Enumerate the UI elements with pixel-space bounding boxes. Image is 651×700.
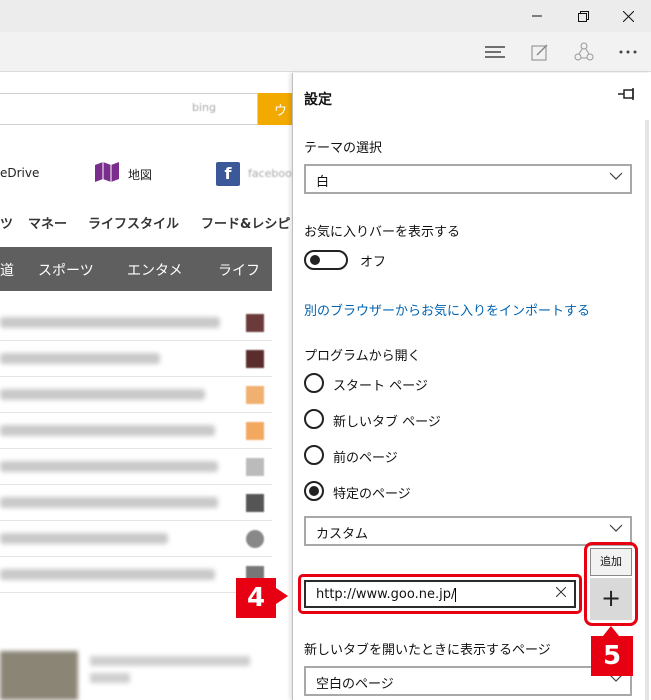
new-tab-value: 空白のページ [316,677,394,692]
service-onedrive[interactable]: eDrive [0,166,39,180]
url-input[interactable]: http://www.goo.ne.jp/ [304,580,576,608]
minimize-icon [532,15,542,17]
radio-label: 前のページ [333,451,398,466]
share-icon [574,42,594,61]
news-row[interactable] [0,413,272,449]
minimize-button[interactable] [514,0,560,32]
news-tab[interactable]: エンタメ [127,260,183,280]
news-row[interactable] [0,449,272,485]
facebook-icon: f [216,162,240,186]
step-4-marker: 4 [236,578,276,618]
chevron-down-icon [610,524,622,532]
theme-value: 白 [316,175,330,190]
news-row[interactable] [0,305,272,341]
new-tab-label: 新しいタブを開いたときに表示するページ [304,643,551,658]
bing-logo: bing [192,101,216,114]
more-icon [619,50,637,54]
step-4-arrow [276,588,288,604]
share-button[interactable] [567,36,601,68]
restore-button[interactable] [560,0,606,32]
custom-select-value: カスタム [316,527,369,542]
news-image[interactable] [0,651,78,700]
web-note-button[interactable] [523,36,557,68]
more-button[interactable] [611,36,645,68]
news-tab-bar: 道 スポーツ エンタメ ライフ [0,247,272,291]
news-row[interactable] [0,521,272,557]
category-item[interactable]: ライフスタイル [88,213,179,232]
close-icon [622,10,634,22]
settings-title: 設定 [304,92,332,108]
category-item[interactable]: フード&レシピ [201,213,290,232]
radio-label: スタート ページ [333,379,428,394]
close-button[interactable] [605,0,651,32]
category-item[interactable]: ツ [0,213,13,232]
step-5-marker: 5 [591,636,633,676]
theme-select[interactable]: 白 [304,164,632,194]
service-facebook[interactable]: facebook [248,167,292,180]
favorites-bar-state: オフ [360,255,387,270]
radio-previous-pages[interactable] [304,445,324,465]
radio-specific-pages[interactable] [304,481,324,501]
add-tooltip: 追加 [590,548,632,576]
news-row[interactable] [0,485,272,521]
page-search-button[interactable]: ウェ [258,93,292,138]
pin-icon [618,88,634,100]
hub-icon [485,46,505,58]
radio-label: 特定のページ [333,487,411,502]
news-row[interactable] [0,341,272,377]
category-nav: ツ マネー ライフスタイル フード&レシピ [0,211,292,233]
title-bar [0,0,651,32]
map-icon [95,162,119,182]
close-icon [555,586,567,598]
custom-select[interactable]: カスタム [304,516,632,546]
news-row[interactable] [0,557,272,593]
web-note-icon [531,44,548,61]
pin-button[interactable] [618,88,636,104]
service-map[interactable]: 地図 [128,166,152,183]
restore-icon [577,10,589,22]
clear-input-button[interactable] [555,586,567,601]
radio-new-tab-page[interactable] [304,409,324,429]
radio-label: 新しいタブ ページ [333,415,441,430]
scrollbar[interactable] [645,120,649,700]
chevron-down-icon [610,172,622,180]
open-with-label: プログラムから開く [304,349,421,364]
step-5-arrow [603,626,619,636]
hub-button[interactable] [478,36,512,68]
favorites-bar-label: お気に入りバーを表示する [304,225,461,240]
add-button[interactable]: + [590,578,632,620]
page-search-input[interactable] [0,93,258,125]
browser-toolbar [0,32,651,72]
category-item[interactable]: マネー [28,213,67,232]
import-favorites-link[interactable]: 別のブラウザーからお気に入りをインポートする [304,300,590,319]
news-row[interactable] [0,377,272,413]
radio-start-page[interactable] [304,373,324,393]
theme-label: テーマの選択 [304,141,383,156]
news-tab[interactable]: ライフ [218,260,260,280]
news-tab[interactable]: スポーツ [38,260,94,280]
favorites-bar-toggle[interactable] [304,250,348,270]
new-tab-select[interactable]: 空白のページ [304,666,632,696]
news-tab[interactable]: 道 [0,260,14,280]
